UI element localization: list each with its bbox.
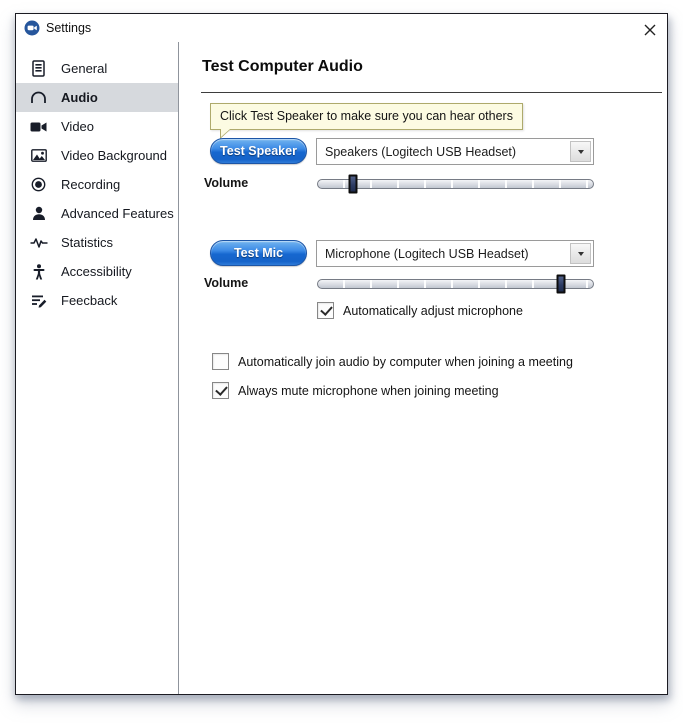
mic-device-value: Microphone (Logitech USB Headset) bbox=[317, 247, 570, 261]
mic-volume-thumb[interactable] bbox=[556, 275, 565, 294]
zoom-logo-icon bbox=[24, 20, 40, 36]
always-mute-mic-option: Always mute microphone when joining meet… bbox=[212, 382, 499, 399]
sidebar-item-audio[interactable]: Audio bbox=[16, 83, 178, 112]
sidebar-item-label: Audio bbox=[61, 90, 98, 105]
sidebar-item-label: Advanced Features bbox=[61, 206, 174, 221]
close-icon bbox=[643, 23, 657, 37]
sidebar-item-label: General bbox=[61, 61, 107, 76]
speaker-volume-slider[interactable] bbox=[317, 174, 594, 194]
record-icon bbox=[29, 176, 48, 194]
auto-join-audio-checkbox[interactable] bbox=[212, 353, 229, 370]
speaker-volume-thumb[interactable] bbox=[349, 175, 358, 194]
speaker-dropdown-button[interactable] bbox=[570, 141, 591, 162]
title-divider bbox=[201, 92, 662, 93]
settings-sidebar: General Audio Video bbox=[16, 42, 179, 694]
page-title: Test Computer Audio bbox=[202, 58, 363, 76]
test-speaker-button[interactable]: Test Speaker bbox=[210, 138, 307, 164]
video-camera-icon bbox=[29, 118, 48, 136]
auto-adjust-mic-label: Automatically adjust microphone bbox=[343, 302, 523, 318]
chevron-down-icon bbox=[578, 252, 584, 256]
slider-track bbox=[317, 279, 594, 289]
mic-volume-label: Volume bbox=[204, 276, 248, 290]
sidebar-item-label: Accessibility bbox=[61, 264, 132, 279]
audio-settings-panel: Test Computer Audio Click Test Speaker t… bbox=[180, 42, 667, 694]
test-speaker-tooltip: Click Test Speaker to make sure you can … bbox=[210, 103, 523, 130]
accessibility-icon bbox=[29, 263, 48, 281]
sidebar-item-label: Recording bbox=[61, 177, 120, 192]
sidebar-item-video[interactable]: Video bbox=[16, 112, 178, 141]
sidebar-item-label: Statistics bbox=[61, 235, 113, 250]
sidebar-item-statistics[interactable]: Statistics bbox=[16, 228, 178, 257]
sidebar-item-label: Video bbox=[61, 119, 94, 134]
sidebar-item-label: Video Background bbox=[61, 148, 167, 163]
sidebar-item-label: Feecback bbox=[61, 293, 117, 308]
sidebar-item-advanced-features[interactable]: Advanced Features bbox=[16, 199, 178, 228]
always-mute-mic-label: Always mute microphone when joining meet… bbox=[238, 382, 499, 398]
headphones-icon bbox=[29, 89, 48, 107]
waveform-icon bbox=[29, 234, 48, 252]
feedback-pencil-icon bbox=[29, 292, 48, 310]
mic-device-select[interactable]: Microphone (Logitech USB Headset) bbox=[316, 240, 594, 267]
always-mute-mic-checkbox[interactable] bbox=[212, 382, 229, 399]
sidebar-item-accessibility[interactable]: Accessibility bbox=[16, 257, 178, 286]
picture-icon bbox=[29, 147, 48, 165]
settings-window: Settings General bbox=[15, 13, 668, 695]
speaker-device-value: Speakers (Logitech USB Headset) bbox=[317, 145, 570, 159]
auto-join-audio-label: Automatically join audio by computer whe… bbox=[238, 353, 573, 369]
auto-adjust-mic-checkbox[interactable] bbox=[317, 302, 334, 319]
sidebar-item-general[interactable]: General bbox=[16, 54, 178, 83]
auto-adjust-mic-option: Automatically adjust microphone bbox=[317, 302, 523, 319]
sidebar-item-video-background[interactable]: Video Background bbox=[16, 141, 178, 170]
general-icon bbox=[29, 60, 48, 78]
speaker-device-select[interactable]: Speakers (Logitech USB Headset) bbox=[316, 138, 594, 165]
chevron-down-icon bbox=[578, 150, 584, 154]
window-title: Settings bbox=[46, 21, 91, 35]
mic-dropdown-button[interactable] bbox=[570, 243, 591, 264]
sidebar-item-recording[interactable]: Recording bbox=[16, 170, 178, 199]
test-mic-button[interactable]: Test Mic bbox=[210, 240, 307, 266]
mic-volume-slider[interactable] bbox=[317, 274, 594, 294]
person-icon bbox=[29, 205, 48, 223]
title-bar: Settings bbox=[16, 14, 667, 42]
close-button[interactable] bbox=[640, 20, 660, 40]
sidebar-item-feedback[interactable]: Feecback bbox=[16, 286, 178, 315]
speaker-volume-label: Volume bbox=[204, 176, 248, 190]
auto-join-audio-option: Automatically join audio by computer whe… bbox=[212, 353, 573, 370]
slider-track bbox=[317, 179, 594, 189]
